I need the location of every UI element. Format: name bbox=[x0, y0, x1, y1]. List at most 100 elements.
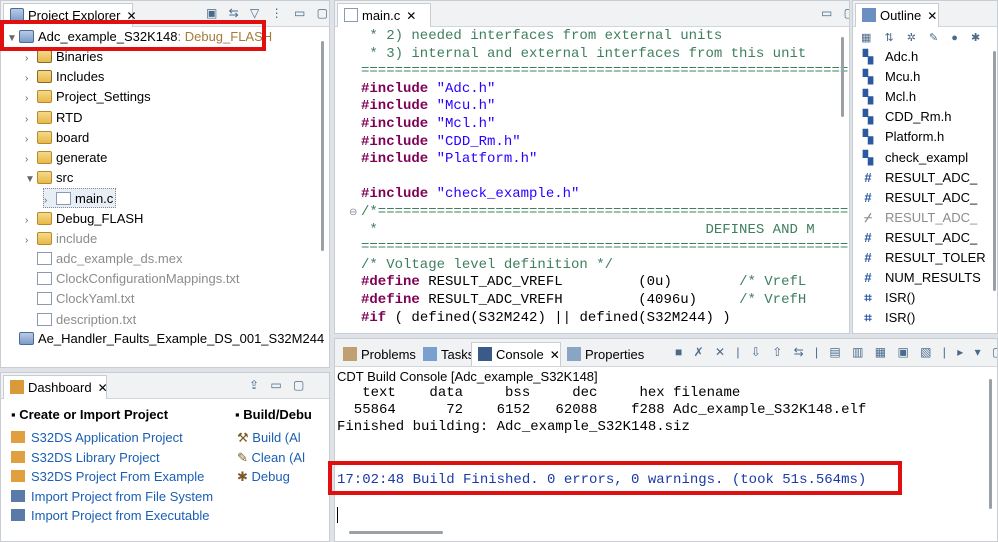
outline-item[interactable]: # RESULT_ADC_ bbox=[861, 228, 977, 248]
code-area[interactable]: ⊖ * 2) needed interfaces from external u… bbox=[335, 27, 849, 333]
chevron-down-icon[interactable]: ▼ bbox=[25, 170, 37, 190]
dashboard-link-s32ds-project-from-example[interactable]: S32DS Project From Example bbox=[11, 469, 204, 484]
editor-panel: main.c ✕ ▭ ▢ ⊖ * 2) needed interfaces fro… bbox=[334, 0, 850, 334]
outline-item[interactable]: # NUM_RESULTS bbox=[861, 268, 980, 288]
include-icon: ▚ bbox=[863, 109, 873, 125]
outline-item[interactable]: ▚ Adc.h bbox=[861, 47, 918, 67]
chevron-right-icon[interactable]: › bbox=[25, 211, 37, 231]
tree-item-rtd[interactable]: › RTD bbox=[25, 108, 82, 128]
text-cursor bbox=[337, 507, 338, 523]
dashboard-link-debug[interactable]: ✱ Debug bbox=[237, 469, 290, 485]
outline-item[interactable]: # RESULT_ADC_ bbox=[861, 168, 977, 188]
chevron-right-icon[interactable]: › bbox=[25, 130, 37, 150]
tree-item-generate[interactable]: › generate bbox=[25, 148, 107, 168]
outline-item-label: RESULT_ADC_ bbox=[885, 209, 978, 225]
dashboard-link-s32ds-library-project[interactable]: S32DS Library Project bbox=[11, 450, 160, 465]
console-vscrollbar[interactable] bbox=[989, 379, 992, 509]
tab-console[interactable]: Console ✕ bbox=[471, 342, 561, 366]
problems-icon bbox=[343, 347, 357, 361]
dashboard-link-clean-al[interactable]: ✎ Clean (Al bbox=[237, 450, 305, 466]
chevron-right-icon[interactable]: › bbox=[25, 89, 37, 109]
outline-item-label: RESULT_ADC_ bbox=[885, 169, 978, 185]
tree-item-includes[interactable]: › Includes bbox=[25, 67, 104, 87]
tree-other-project[interactable]: Ae_Handler_Faults_Example_DS_001_S32M244 bbox=[7, 329, 324, 349]
tree-item-debug-flash[interactable]: › Debug_FLASH bbox=[25, 209, 143, 229]
other-project-name: Ae_Handler_Faults_Example_DS_001_S32M244 bbox=[38, 331, 325, 346]
outline-item[interactable]: ⌗ ISR() bbox=[861, 288, 915, 308]
outline-item[interactable]: # RESULT_ADC_ bbox=[861, 188, 977, 208]
dashboard-link-import-project-from-executable[interactable]: Import Project from Executable bbox=[11, 508, 209, 523]
code-line: #define RESULT_ADC_VREFH (4096u) /* Vref… bbox=[361, 292, 806, 310]
outline-scrollbar[interactable] bbox=[993, 51, 996, 291]
console-toolbar[interactable]: ■ ✗ ✕ | ⇩ ⇧ ⇆ | ▤ ▥ ▦ ▣ ▧ | ▸ ▾ ▢ ▾ ▭ ▢ bbox=[675, 345, 997, 359]
chevron-right-icon[interactable]: › bbox=[25, 69, 37, 89]
chevron-right-icon[interactable]: › bbox=[25, 49, 37, 69]
code-directive: #include bbox=[361, 186, 429, 203]
project-explorer-scrollbar[interactable] bbox=[321, 41, 324, 251]
tree-item-clockconfigurationmappings-txt[interactable]: ClockConfigurationMappings.txt bbox=[25, 269, 240, 289]
folder-icon bbox=[37, 110, 52, 124]
close-icon[interactable]: ✕ bbox=[550, 348, 560, 362]
tab-properties[interactable]: Properties bbox=[561, 343, 650, 367]
editor-scrollbar[interactable] bbox=[841, 37, 844, 117]
tree-root-project[interactable]: ▼ Adc_example_S32K148: Debug_FLASH bbox=[7, 27, 272, 47]
code-directive: #include bbox=[361, 80, 429, 97]
tree-item-binaries[interactable]: › Binaries bbox=[25, 47, 103, 67]
dashboard-tabbar: Dashboard ✕ ⇪ ▭ ▢ bbox=[1, 373, 329, 399]
triangle-down-icon: ▪ bbox=[235, 407, 244, 422]
tab-properties-label: Properties bbox=[585, 347, 645, 362]
editor-toolbar[interactable]: ▭ ▢ bbox=[821, 6, 849, 20]
tab-main-c[interactable]: main.c ✕ bbox=[337, 3, 431, 27]
chevron-right-icon[interactable]: › bbox=[25, 110, 37, 130]
code-argument: "Mcl.h" bbox=[428, 116, 496, 132]
console-line-finished: Finished building: Adc_example_S32K148.s… bbox=[337, 419, 690, 435]
outline-item[interactable]: ▚ Mcl.h bbox=[861, 87, 916, 107]
chevron-right-icon[interactable]: › bbox=[25, 231, 37, 251]
tree-item-src[interactable]: ▼ src bbox=[25, 168, 73, 188]
tab-dashboard[interactable]: Dashboard ✕ bbox=[3, 375, 108, 399]
code-line: /*======================================… bbox=[361, 204, 850, 220]
outline-item[interactable]: ▚ Platform.h bbox=[861, 127, 944, 147]
tree-item-clockyaml-txt[interactable]: ClockYaml.txt bbox=[25, 289, 135, 309]
close-icon[interactable]: ✕ bbox=[126, 9, 136, 23]
close-icon[interactable]: ✕ bbox=[927, 9, 937, 23]
dashboard-link-build-al[interactable]: ⚒ Build (Al bbox=[237, 430, 301, 446]
chevron-right-icon[interactable]: › bbox=[25, 150, 37, 170]
fold-toggle-icon[interactable]: ⊖ bbox=[349, 207, 357, 218]
tree-item-project-settings[interactable]: › Project_Settings bbox=[25, 87, 151, 107]
dashboard-toolbar[interactable]: ⇪ ▭ ▢ bbox=[249, 378, 308, 392]
chevron-down-icon[interactable]: ▼ bbox=[7, 29, 19, 49]
outline-item[interactable]: ▚ CDD_Rm.h bbox=[861, 107, 951, 127]
outline-item[interactable]: ▚ check_exampl bbox=[861, 148, 968, 168]
tree-item-board[interactable]: › board bbox=[25, 128, 89, 148]
tree-item-main-c[interactable]: › main.c bbox=[43, 188, 117, 209]
tab-outline[interactable]: Outline ✕ bbox=[855, 3, 939, 27]
broom-icon: ✎ bbox=[237, 449, 252, 465]
debug-icon: ✱ bbox=[237, 469, 252, 484]
console-hscrollbar[interactable] bbox=[349, 531, 443, 534]
dashboard-link-s32ds-application-project[interactable]: S32DS Application Project bbox=[11, 430, 183, 445]
dashboard-link-label: Clean (Al bbox=[251, 449, 305, 465]
close-icon[interactable]: ✕ bbox=[98, 381, 108, 395]
tab-problems[interactable]: Problems bbox=[337, 343, 422, 367]
close-icon[interactable]: ✕ bbox=[406, 9, 416, 23]
outline-item[interactable]: ⌗ ISR() bbox=[861, 308, 915, 328]
outline-item[interactable]: ▚ Mcu.h bbox=[861, 67, 920, 87]
tree-item-description-txt[interactable]: description.txt bbox=[25, 310, 136, 330]
tree-item-include[interactable]: › include bbox=[25, 229, 97, 249]
dashboard-link-import-project-from-file-system[interactable]: Import Project from File System bbox=[11, 489, 213, 504]
outline-item[interactable]: # RESULT_TOLER bbox=[861, 248, 986, 268]
tab-project-explorer[interactable]: Project Explorer ✕ bbox=[3, 3, 137, 27]
outline-item[interactable]: ⌿ RESULT_ADC_ bbox=[861, 208, 977, 228]
tasks-icon bbox=[423, 347, 437, 361]
project-explorer-toolbar[interactable]: ▣ ⇆ ▽ ⋮ ▭ ▢ bbox=[206, 6, 329, 20]
outline-item-label: RESULT_TOLER bbox=[885, 250, 986, 265]
macro-icon: # bbox=[864, 270, 872, 286]
outline-toolbar[interactable]: ▦ ⇅ ✲ ✎ ● ✱ ⋮ bbox=[861, 31, 997, 44]
outline-item-label: RESULT_ADC_ bbox=[885, 229, 978, 245]
code-argument: "Mcu.h" bbox=[428, 98, 496, 115]
dashboard-link-label: Build (Al bbox=[252, 430, 301, 445]
folder-icon bbox=[37, 90, 52, 104]
code-line: #define RESULT_ADC_VREFL (0u) /* VrefL bbox=[361, 274, 806, 292]
tree-item-adc-example-ds-mex[interactable]: adc_example_ds.mex bbox=[25, 249, 182, 269]
